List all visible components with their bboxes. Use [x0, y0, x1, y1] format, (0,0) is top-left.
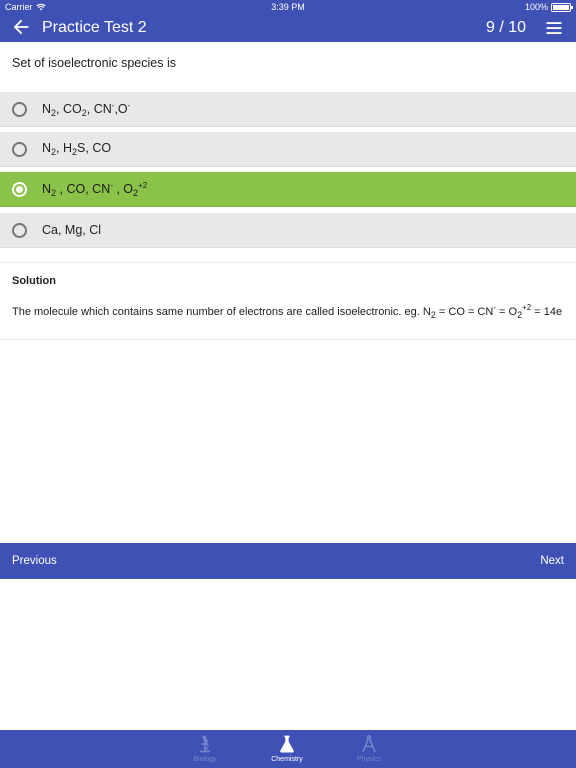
radio-unchecked-icon[interactable]	[12, 101, 27, 117]
option-b[interactable]: N2, H2S, CO	[0, 132, 576, 167]
option-c[interactable]: N2 , CO, CN- , O2+2	[0, 172, 576, 207]
bottom-tab-bar: Biology Chemistry Physics	[0, 730, 576, 768]
battery-percent: 100%	[524, 2, 548, 12]
question-counter: 9 / 10	[485, 19, 526, 36]
tab-label: Chemistry	[271, 756, 303, 763]
question-navigation: Previous Next	[0, 543, 576, 579]
question-text: Set of isoelectronic species is	[12, 56, 176, 70]
solution-text: The molecule which contains same number …	[12, 303, 563, 320]
option-label: Ca, Mg, Cl	[42, 223, 102, 237]
tab-chemistry[interactable]: Chemistry	[252, 730, 322, 768]
solution-panel: Solution The molecule which contains sam…	[0, 262, 576, 340]
tab-label: Biology	[193, 756, 217, 763]
app-bar: Practice Test 2 9 / 10	[0, 14, 576, 42]
clock: 3:39 PM	[271, 2, 305, 12]
option-label: N2, H2S, CO	[42, 141, 112, 157]
flask-icon	[280, 735, 294, 753]
radio-unchecked-icon[interactable]	[12, 141, 27, 157]
back-arrow-icon[interactable]	[10, 16, 32, 38]
compass-icon	[362, 735, 376, 753]
option-label: N2, CO2, CN-,O-	[42, 100, 131, 118]
tab-biology[interactable]: Biology	[170, 730, 240, 768]
previous-button[interactable]: Previous	[12, 543, 57, 579]
battery-info: 100%	[524, 2, 573, 12]
next-button[interactable]: Next	[540, 543, 564, 579]
option-label: N2 , CO, CN- , O2+2	[42, 180, 148, 198]
status-bar: Carrier 3:39 PM 100%	[0, 0, 576, 14]
tab-physics[interactable]: Physics	[334, 730, 404, 768]
solution-heading: Solution	[12, 275, 56, 287]
option-a[interactable]: N2, CO2, CN-,O-	[0, 92, 576, 127]
option-d[interactable]: Ca, Mg, Cl	[0, 213, 576, 248]
hamburger-menu-icon[interactable]	[544, 18, 564, 38]
microscope-icon	[200, 735, 210, 753]
tab-label: Physics	[356, 756, 382, 763]
battery-icon	[551, 2, 573, 12]
page-title: Practice Test 2	[42, 19, 147, 36]
radio-unchecked-icon[interactable]	[12, 222, 27, 238]
radio-checked-icon[interactable]	[12, 181, 27, 197]
